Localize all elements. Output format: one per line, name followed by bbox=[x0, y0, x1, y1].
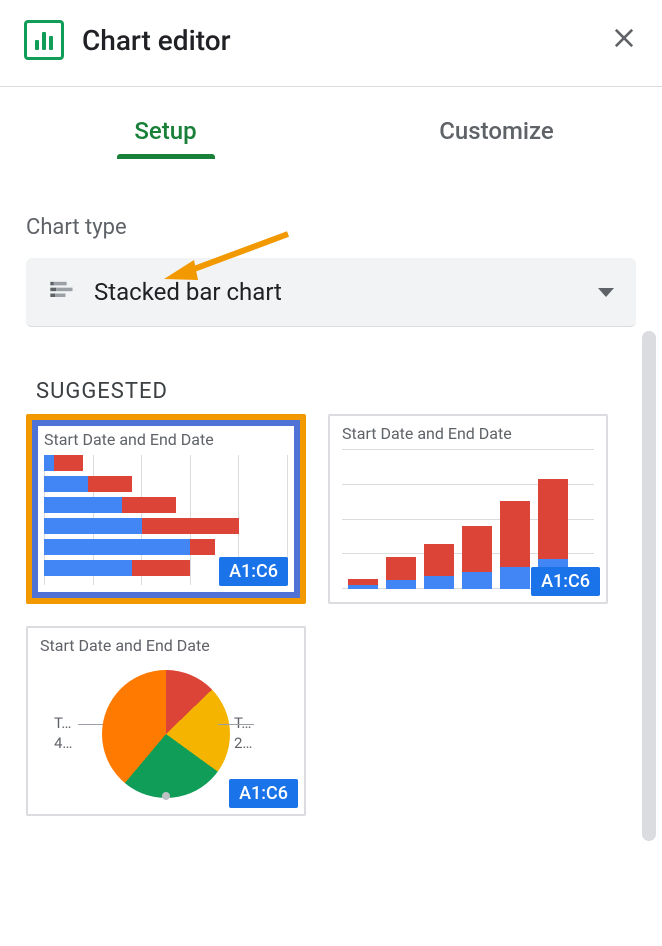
chevron-down-icon bbox=[598, 288, 614, 297]
pie-label: T… bbox=[54, 714, 71, 734]
chart-type-selected: Stacked bar chart bbox=[94, 278, 580, 306]
thumb-title: Start Date and End Date bbox=[44, 430, 288, 449]
suggestion-stacked-bar[interactable]: Start Date and End Date A1:C6 bbox=[26, 414, 306, 604]
thumb-title: Start Date and End Date bbox=[342, 424, 594, 443]
panel-title: Chart editor bbox=[82, 24, 592, 57]
chart-type-dropdown[interactable]: Stacked bar chart bbox=[26, 258, 636, 327]
range-badge: A1:C6 bbox=[219, 557, 288, 586]
chart-type-label: Chart type bbox=[26, 215, 662, 240]
divider bbox=[0, 86, 662, 87]
suggestion-pie[interactable]: Start Date and End Date T… 4… T… 2… A1:C… bbox=[26, 626, 306, 816]
tab-setup[interactable]: Setup bbox=[0, 117, 331, 159]
range-badge: A1:C6 bbox=[531, 567, 600, 596]
stacked-bar-icon bbox=[48, 276, 76, 308]
suggested-heading: SUGGESTED bbox=[36, 379, 662, 404]
pie-label: T… bbox=[234, 714, 278, 734]
close-icon[interactable] bbox=[610, 24, 638, 56]
thumb-title: Start Date and End Date bbox=[40, 636, 292, 655]
pie-label: 2… bbox=[234, 734, 278, 754]
suggestion-stacked-column[interactable]: Start Date and End Date A1:C6 bbox=[328, 414, 608, 604]
scrollbar[interactable] bbox=[642, 331, 656, 841]
chart-editor-icon bbox=[24, 20, 64, 60]
tab-customize[interactable]: Customize bbox=[331, 117, 662, 159]
pie-label: 4… bbox=[54, 734, 72, 754]
range-badge: A1:C6 bbox=[229, 779, 298, 808]
